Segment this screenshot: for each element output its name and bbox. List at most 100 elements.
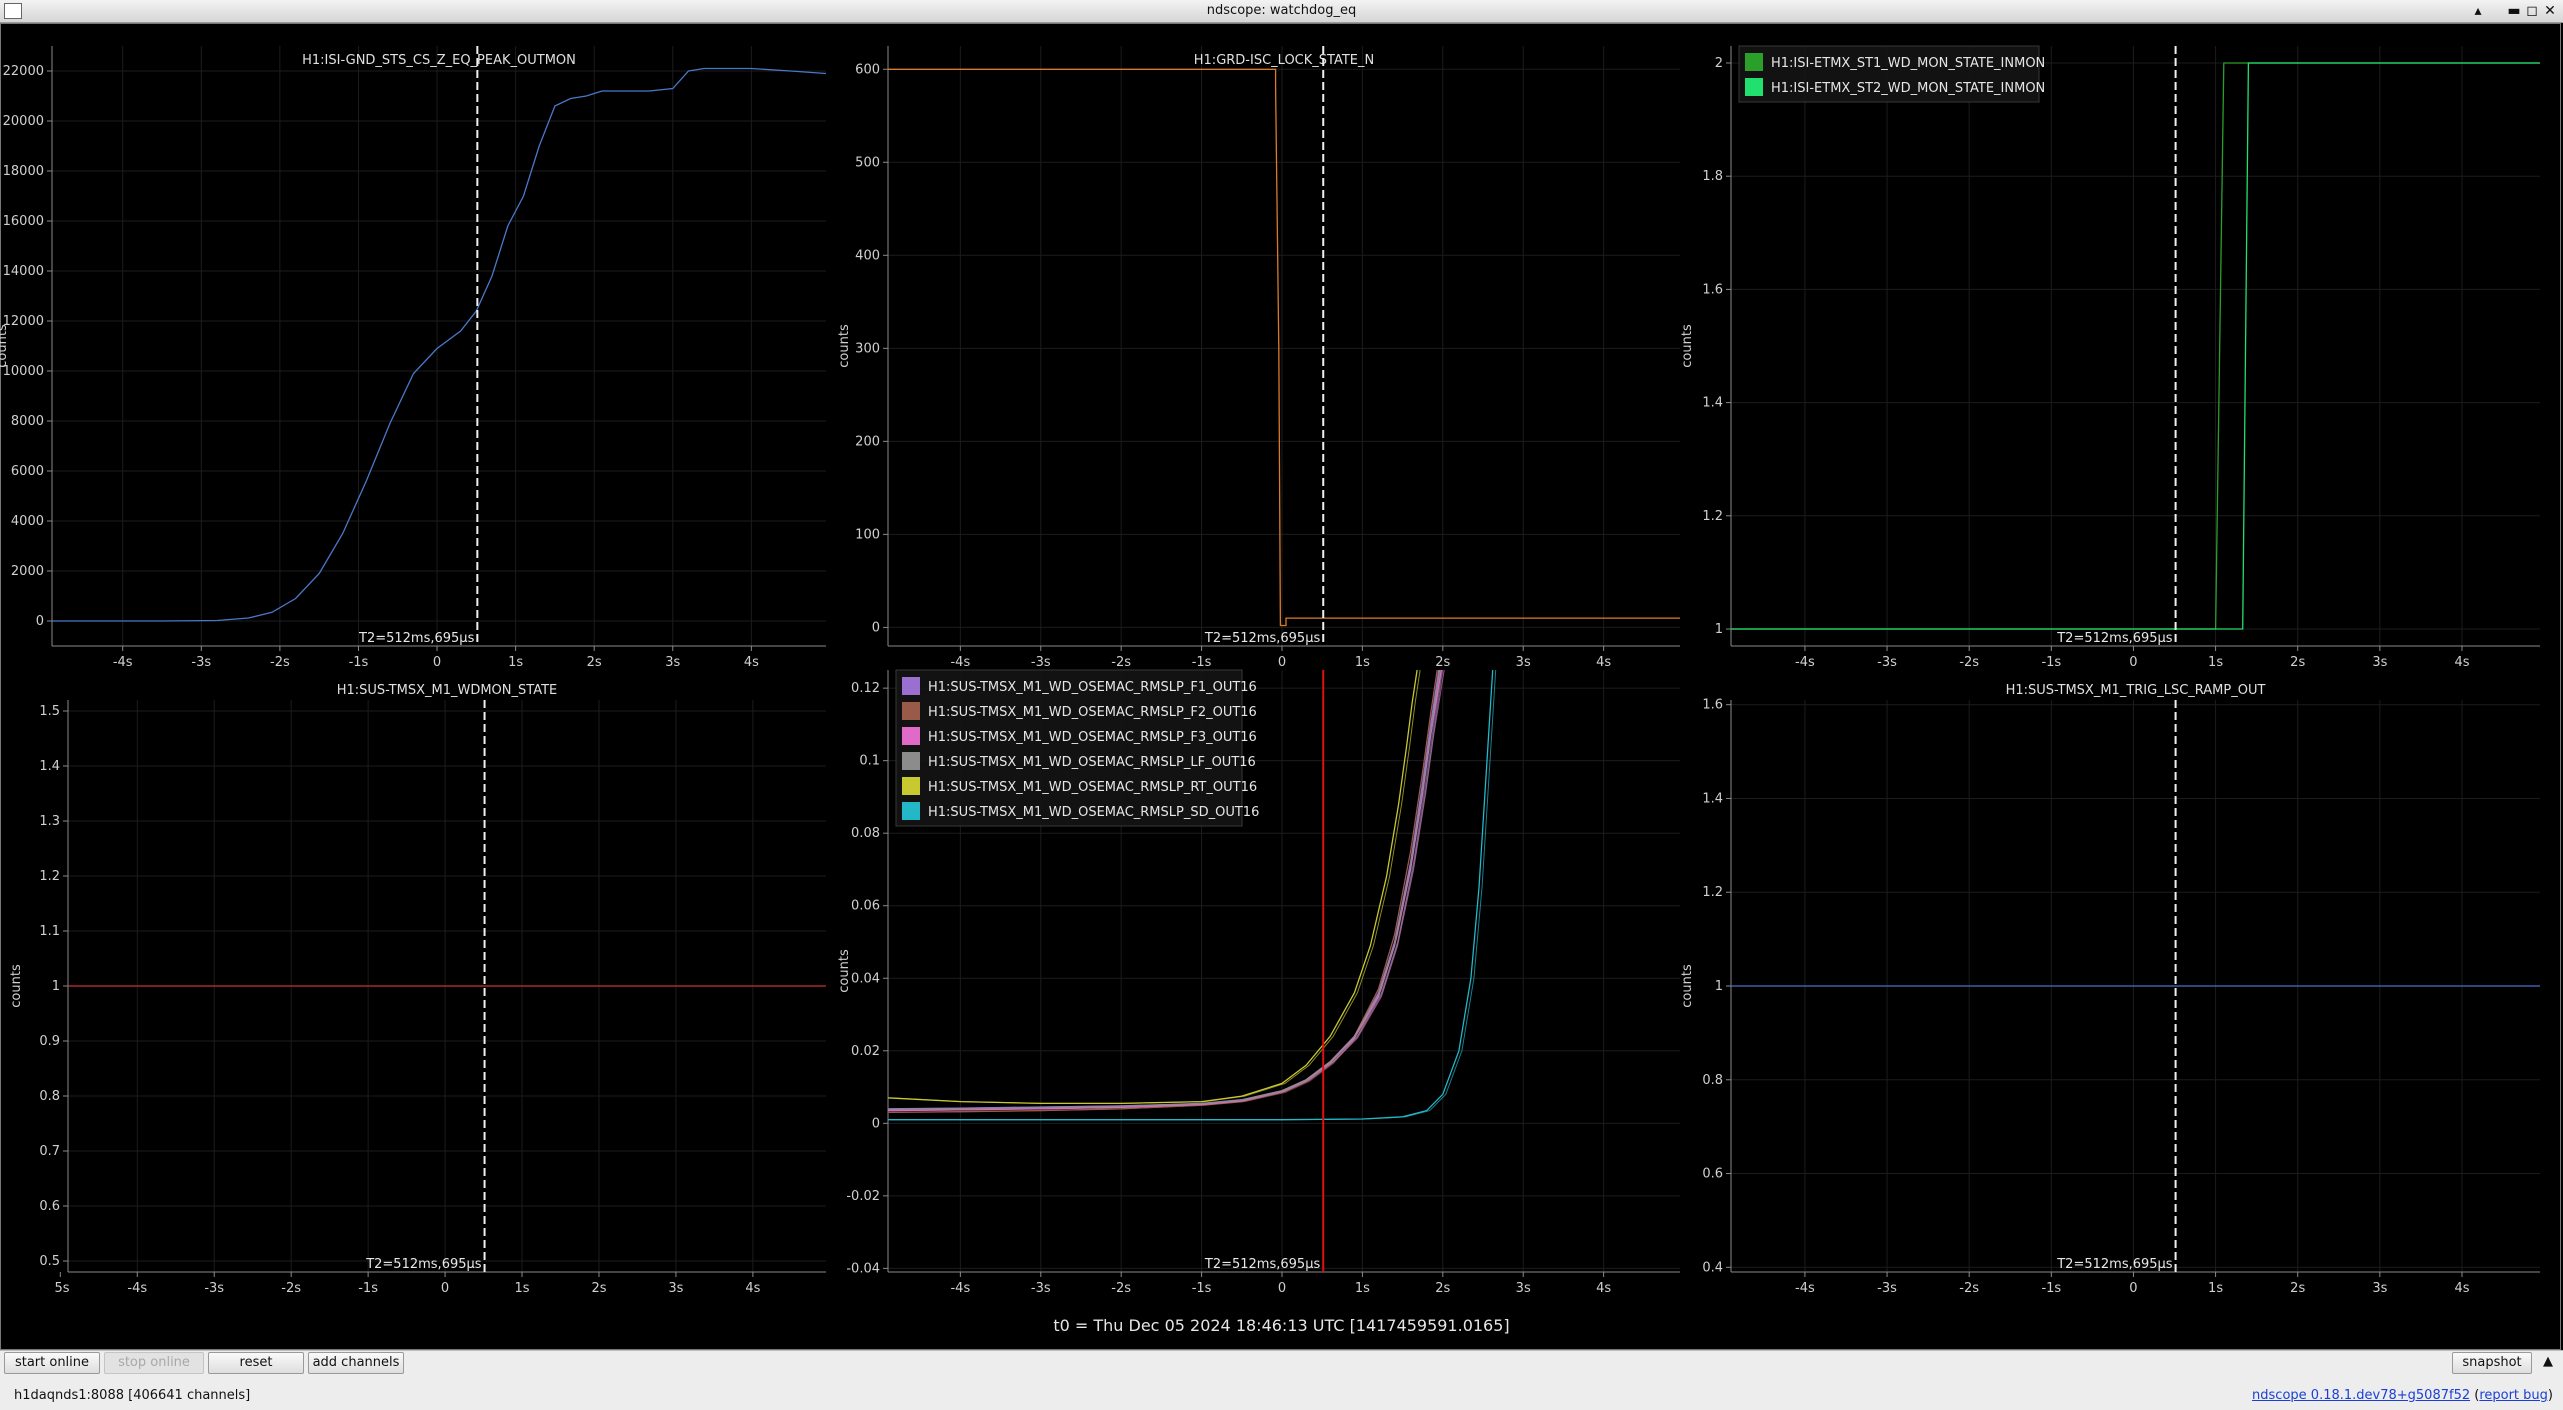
x-tick-label: 2s [1435, 1281, 1450, 1296]
legend-swatch[interactable] [902, 752, 920, 770]
x-tick-label: -1s [358, 1281, 378, 1296]
plot-area[interactable] [888, 68, 1680, 627]
x-tick-label: 0 [1278, 655, 1286, 670]
legend-swatch[interactable] [902, 777, 920, 795]
snapshot-button[interactable]: snapshot [2452, 1352, 2532, 1374]
y-axis-label: counts [1680, 964, 1695, 1008]
y-tick-label: 18000 [3, 164, 44, 179]
x-tick-label: 2s [2290, 655, 2305, 670]
legend-entry[interactable]: H1:ISI-ETMX_ST1_WD_MON_STATE_INMON [1771, 56, 2045, 71]
y-tick-label: 1 [1715, 622, 1723, 637]
cursor-t2-label: T2=512ms,695μs [365, 1257, 482, 1272]
legend-entry[interactable]: H1:SUS-TMSX_M1_WD_OSEMAC_RMSLP_RT_OUT16 [928, 780, 1257, 795]
x-tick-label: 0 [2129, 1281, 2137, 1296]
cursor-t2-label: T2=512ms,695μs [358, 631, 475, 646]
y-tick-label: 1.3 [39, 814, 60, 829]
add-channels-button[interactable]: add channels [308, 1352, 404, 1374]
x-tick-label: 4s [744, 655, 759, 670]
x-tick-label: 0 [2129, 655, 2137, 670]
x-tick-label: -4s [1795, 1281, 1815, 1296]
y-tick-label: 0.6 [39, 1199, 60, 1214]
y-tick-label: 22000 [3, 64, 44, 79]
x-tick-label: -2s [270, 655, 290, 670]
y-tick-label: 1.4 [1702, 396, 1723, 411]
series-line-1 [1731, 62, 2540, 630]
channel-count: [406641 channels] [128, 1388, 251, 1403]
x-tick-label: 5s [54, 1281, 69, 1296]
plot-panel-3[interactable]: -4s -3s -2s -1s 0 1s 2s 3s 4s 1 1.2 1.4 1.6 1.8 2 count… [1680, 45, 2540, 670]
version-link[interactable]: ndscope 0.18.1.dev78+g5087f52 [2252, 1388, 2470, 1403]
stop-online-button[interactable]: stop online [104, 1352, 204, 1374]
x-tick-label: 0 [441, 1281, 449, 1296]
y-tick-label: 0.04 [851, 971, 880, 986]
x-tick-label: 4s [2454, 655, 2469, 670]
y-tick-label: 1.2 [1702, 885, 1723, 900]
legend-entry[interactable]: H1:ISI-ETMX_ST2_WD_MON_STATE_INMON [1771, 81, 2045, 96]
plot-panel-4[interactable]: 5s -4s -3s -2s -1s 0 1s 2s 3s 4s 0.5 0.6 0.7 0.8 0.9 1 1… [9, 683, 826, 1296]
y-tick-label: 1.2 [1702, 509, 1723, 524]
x-tick-label: 2s [591, 1281, 606, 1296]
y-tick-label: 1.2 [39, 869, 60, 884]
x-tick-label: 3s [665, 655, 680, 670]
y-tick-label: 6000 [11, 464, 44, 479]
plot-area[interactable] [1731, 62, 2540, 630]
x-tick-label: -1s [349, 655, 369, 670]
y-tick-label: 0.1 [859, 754, 880, 769]
series-line-2 [1731, 62, 2540, 630]
x-tick-label: -1s [2041, 1281, 2061, 1296]
legend-entry[interactable]: H1:SUS-TMSX_M1_WD_OSEMAC_RMSLP_SD_OUT16 [928, 805, 1259, 820]
plot-title: H1:SUS-TMSX_M1_WDMON_STATE [337, 683, 558, 698]
plot-area[interactable] [52, 67, 826, 622]
y-tick-label: 0.6 [1702, 1167, 1723, 1182]
legend-swatch[interactable] [902, 727, 920, 745]
start-online-button[interactable]: start online [4, 1352, 100, 1374]
reset-button[interactable]: reset [208, 1352, 304, 1374]
legend-swatch[interactable] [902, 802, 920, 820]
plot-panel-2[interactable]: -4s -3s -2s -1s 0 1s 2s 3s 4s 0 100 200 300 400 500 600… [837, 46, 1680, 670]
y-tick-label: 0.8 [39, 1089, 60, 1104]
x-tick-label: 1s [2208, 655, 2223, 670]
y-tick-label: 0 [872, 1116, 880, 1131]
plot-grid[interactable]: -4s -3s -2s -1s 0 1s 2s 3s 4s0200040006000800010… [0, 0, 2563, 1350]
x-tick-label: 0 [1278, 1281, 1286, 1296]
x-tick-label: 3s [1516, 655, 1531, 670]
x-tick-label: 4s [745, 1281, 760, 1296]
y-tick-label: 14000 [3, 264, 44, 279]
legend-swatch[interactable] [902, 702, 920, 720]
legend-entry[interactable]: H1:SUS-TMSX_M1_WD_OSEMAC_RMSLP_F2_OUT16 [928, 705, 1257, 720]
y-axis-label: counts [0, 324, 10, 368]
legend-swatch[interactable] [902, 677, 920, 695]
y-axis-label: counts [9, 964, 24, 1008]
y-tick-label: 1.4 [39, 759, 60, 774]
x-tick-label: -2s [1959, 1281, 1979, 1296]
y-tick-label: 0.5 [39, 1254, 60, 1269]
collapse-arrow-icon[interactable]: ▲ [2539, 1352, 2557, 1372]
report-bug-link[interactable]: report bug [2479, 1388, 2548, 1403]
plot-panel-1[interactable]: -4s -3s -2s -1s 0 1s 2s 3s 4s0200040006000800010… [0, 46, 826, 670]
y-tick-label: -0.02 [846, 1189, 880, 1204]
legend-swatch[interactable] [1745, 78, 1763, 96]
plot-panel-5[interactable]: -4s -3s -2s -1s 0 1s 2s 3s 4s -0.04 -0.02 0 0.02 0.04… [837, 669, 1680, 1296]
y-tick-label: 1.6 [1702, 698, 1723, 713]
y-tick-label: 200 [855, 434, 880, 449]
x-tick-label: 1s [508, 655, 523, 670]
legend-entry[interactable]: H1:SUS-TMSX_M1_WD_OSEMAC_RMSLP_F1_OUT16 [928, 680, 1257, 695]
legend-entry[interactable]: H1:SUS-TMSX_M1_WD_OSEMAC_RMSLP_LF_OUT16 [928, 755, 1256, 770]
x-tick-label: -4s [1795, 655, 1815, 670]
y-tick-label: 1.8 [1702, 169, 1723, 184]
y-tick-label: 0.8 [1702, 1073, 1723, 1088]
x-tick-label: 1s [2208, 1281, 2223, 1296]
x-tick-label: -3s [191, 655, 211, 670]
y-tick-label: 0 [36, 614, 44, 629]
legend-swatch[interactable] [1745, 53, 1763, 71]
legend-entry[interactable]: H1:SUS-TMSX_M1_WD_OSEMAC_RMSLP_F3_OUT16 [928, 730, 1257, 745]
x-tick-label: 1s [1355, 655, 1370, 670]
y-tick-label: 600 [855, 62, 880, 77]
y-tick-label: 100 [855, 527, 880, 542]
plot-panel-6[interactable]: -4s -3s -2s -1s 0 1s 2s 3s 4s 0.4 0.6 0.8 1 1.2 1.4 1.6… [1680, 683, 2540, 1296]
x-tick-label: -2s [1959, 655, 1979, 670]
x-tick-label: 2s [1435, 655, 1450, 670]
x-tick-label: -2s [281, 1281, 301, 1296]
y-tick-label: 1.6 [1702, 282, 1723, 297]
x-tick-label: 2s [587, 655, 602, 670]
